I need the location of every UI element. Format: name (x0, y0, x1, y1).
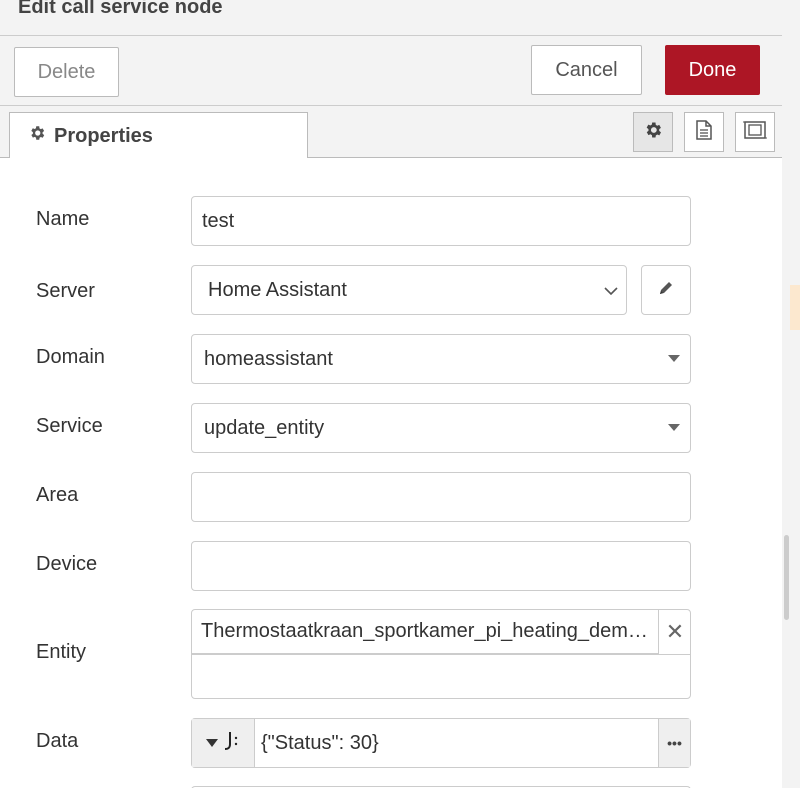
chevron-down-icon (604, 280, 618, 301)
name-input[interactable]: test (191, 196, 691, 246)
entity-input[interactable]: Thermostaatkraan_sportkamer_pi_heating_d… (191, 609, 691, 699)
edit-tray: Edit call service node Delete Cancel Don… (0, 0, 782, 788)
gear-icon (643, 120, 663, 145)
properties-form: Name test Server Home Assistant Domain h… (0, 158, 782, 788)
area-input[interactable] (191, 472, 691, 522)
scrollbar[interactable] (784, 535, 789, 620)
server-select[interactable]: Home Assistant (191, 265, 627, 315)
service-select[interactable]: update_entity (191, 403, 691, 453)
delete-button[interactable]: Delete (14, 47, 119, 97)
domain-select-value: homeassistant (204, 347, 333, 370)
gear-icon (28, 124, 46, 148)
entity-chip: Thermostaatkraan_sportkamer_pi_heating_d… (192, 610, 659, 654)
properties-tab-button[interactable] (633, 112, 673, 152)
done-button[interactable]: Done (665, 45, 760, 95)
tab-properties-label: Properties (54, 124, 153, 147)
device-input[interactable] (191, 541, 691, 591)
data-typed-input[interactable]: {"Status": 30} ••• (191, 718, 691, 768)
json-type-icon (224, 730, 240, 757)
ellipsis-icon: ••• (667, 735, 682, 751)
remove-entity-icon[interactable]: ✕ (659, 610, 691, 654)
domain-label: Domain (36, 346, 105, 368)
workspace-edge (783, 0, 800, 788)
server-label: Server (36, 280, 95, 302)
tray-title: Edit call service node (18, 0, 223, 18)
edit-server-button[interactable] (641, 265, 691, 315)
workspace-node-accent (790, 285, 800, 330)
tab-bar: Properties (0, 106, 782, 159)
entity-search-input[interactable] (192, 654, 690, 698)
domain-select[interactable]: homeassistant (191, 334, 691, 384)
service-select-value: update_entity (204, 416, 325, 439)
cancel-button[interactable]: Cancel (531, 45, 642, 95)
description-tab-button[interactable] (684, 112, 724, 152)
device-label: Device (36, 553, 98, 575)
server-select-value: Home Assistant (208, 278, 347, 301)
entity-label: Entity (36, 641, 87, 663)
tray-toolbar: Delete Cancel Done (0, 36, 782, 106)
area-label: Area (36, 484, 79, 506)
service-label: Service (36, 415, 103, 437)
expand-editor-button[interactable]: ••• (658, 719, 690, 767)
caret-down-icon (668, 355, 680, 362)
data-label: Data (36, 730, 79, 752)
description-icon (695, 119, 713, 145)
appearance-tab-button[interactable] (735, 112, 775, 152)
tray-header: Edit call service node (0, 0, 782, 36)
caret-down-icon (206, 734, 218, 752)
name-label: Name (36, 208, 90, 230)
caret-down-icon (668, 424, 680, 431)
appearance-icon (743, 119, 767, 146)
tab-properties[interactable]: Properties (9, 112, 308, 159)
entity-chip-label: Thermostaatkraan_sportkamer_pi_heating_d… (201, 620, 656, 642)
data-value[interactable]: {"Status": 30} (255, 732, 658, 755)
pencil-icon (658, 280, 674, 301)
data-type-selector[interactable] (192, 719, 255, 767)
